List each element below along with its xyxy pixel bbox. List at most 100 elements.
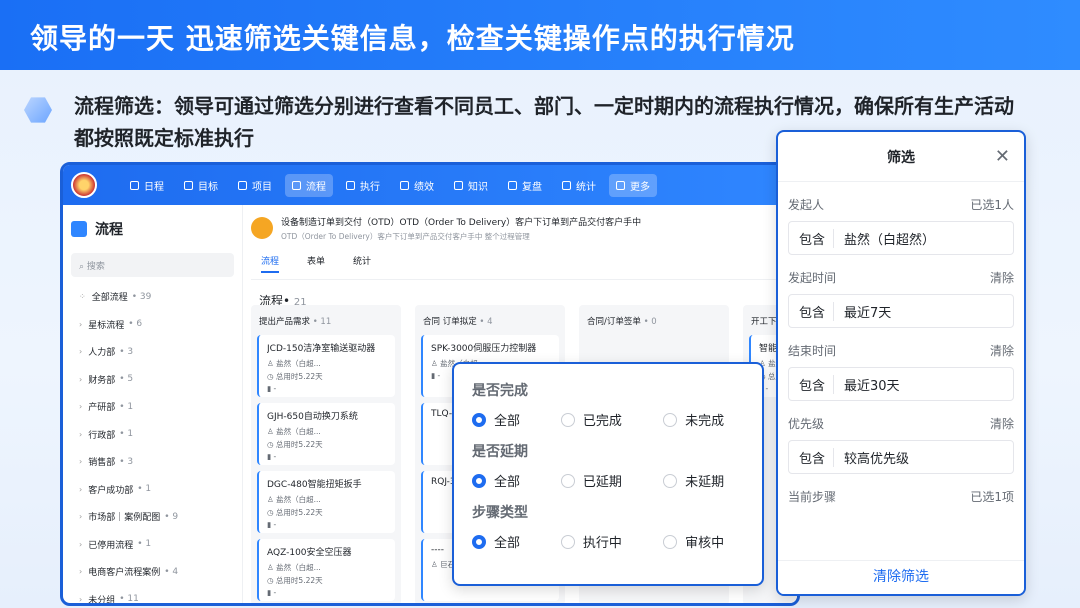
radio-option[interactable]: 审核中 (663, 532, 752, 551)
column-header: 合同 订单拟定 • 4 (423, 317, 493, 327)
nav-schedule[interactable]: 日程 (123, 174, 171, 197)
filter-value: 较高优先级 (844, 451, 910, 467)
sidebar-item[interactable]: › 行政部 • 1 (71, 421, 234, 449)
sidebar-item[interactable]: › 已停用流程 • 1 (71, 531, 234, 559)
process-subtitle: OTD（Order To Delivery）客户下订单到产品交付客户手中 整个过… (281, 232, 530, 241)
radio-option[interactable]: 已完成 (560, 410, 663, 429)
nav-execute[interactable]: 执行 (339, 174, 387, 197)
sidebar-item-count: • 9 (164, 511, 179, 522)
chevron-right-icon: › (79, 429, 83, 439)
filter-action[interactable]: 清除 (990, 415, 1014, 432)
nav-review[interactable]: 复盘 (501, 174, 549, 197)
sidebar-item-label: 客户成功部 (88, 485, 134, 496)
chevron-right-icon: › (79, 484, 83, 494)
chart-icon (400, 180, 409, 190)
card-duration: ◷ 总用时5.22天 (267, 576, 323, 585)
sidebar: 流程 ⌕ 搜索 ⁘ 全部流程 • 39 › 星标流程 • 6 › 人力部 • 3 › 财务部 … (63, 205, 243, 603)
sidebar-item[interactable]: › 销售部 • 3 (71, 448, 234, 476)
sidebar-item-count: • 5 (119, 374, 134, 385)
column-count: • 0 (643, 317, 657, 327)
sidebar-item-count: • 11 (119, 594, 139, 605)
nav-goal[interactable]: 目标 (177, 174, 225, 197)
nav-project[interactable]: 项目 (231, 174, 279, 197)
filter-action[interactable]: 已选1人 (970, 196, 1014, 213)
tab-process[interactable]: 流程 (261, 254, 280, 273)
radio-icon (472, 412, 486, 427)
radio-option[interactable]: 已延期 (560, 471, 663, 490)
filter-value: 最近7天 (844, 305, 892, 321)
radio-label: 审核中 (685, 536, 725, 551)
filter-action[interactable]: 清除 (990, 269, 1014, 286)
radio-group: 全部 已完成 未完成 (472, 410, 752, 429)
sidebar-item[interactable]: › 未分组 • 11 (71, 586, 234, 605)
process-card[interactable]: JCD-150洁净室输送驱动器 ♙ 盐然（白超... ◷ 总用时5.22天 ▮ - (257, 335, 395, 397)
nav-knowledge[interactable]: 知识 (447, 174, 495, 197)
card-progress: ▮ - (267, 452, 277, 461)
top-nav-bar: 日程 目标 项目 流程 执行 绩效 知识 复盘 统计 更多 (63, 165, 797, 205)
sidebar-item[interactable]: › 产研部 • 1 (71, 393, 234, 421)
include-label: 包含 (799, 228, 835, 248)
card-title: GJH-650自动换刀系统 (267, 412, 358, 422)
filter-group-title: 是否完成 (472, 383, 528, 399)
sidebar-item-label: 产研部 (88, 403, 116, 414)
radio-option[interactable]: 执行中 (560, 532, 663, 551)
nav-stats[interactable]: 统计 (555, 174, 603, 197)
filter-fields: 发起人 已选1人 包含 盐然（白超然） 发起时间 清除 包含 最近7天 结束时间 清除 包含 最近30… (778, 196, 1024, 505)
sidebar-item-label: 全部流程 (91, 293, 128, 304)
radio-icon (663, 412, 678, 427)
process-card[interactable]: DGC-480智能扭矩扳手 ♙ 盐然（白超... ◷ 总用时5.22天 ▮ - (257, 471, 395, 533)
tab-stats[interactable]: 统计 (353, 254, 371, 273)
nav-process[interactable]: 流程 (285, 173, 333, 197)
filter-value-box[interactable]: 包含 最近7天 (788, 294, 1014, 328)
sidebar-item[interactable]: › 客户成功部 • 1 (71, 476, 234, 504)
card-duration: ◷ 总用时5.22天 (267, 372, 323, 381)
review-icon (508, 180, 517, 190)
radio-icon (560, 473, 575, 488)
clear-filter-button[interactable]: 清除筛选 (778, 560, 1024, 594)
sidebar-item-count: • 4 (164, 566, 179, 577)
radio-option[interactable]: 未完成 (663, 410, 752, 429)
radio-label: 全部 (494, 475, 521, 490)
sidebar-item[interactable]: › 电商客户流程案例 • 4 (71, 558, 234, 586)
filter-value-box[interactable]: 包含 较高优先级 (788, 440, 1014, 474)
sidebar-item[interactable]: › 财务部 • 5 (71, 366, 234, 394)
avatar[interactable] (71, 172, 97, 198)
process-avatar-icon (251, 217, 273, 239)
sidebar-item[interactable]: › 人力部 • 3 (71, 338, 234, 366)
sidebar-item-label: 人力部 (88, 348, 116, 359)
process-card[interactable]: GJH-650自动换刀系统 ♙ 盐然（白超... ◷ 总用时5.22天 ▮ - (257, 403, 395, 465)
chevron-right-icon: › (79, 594, 83, 604)
filter-value-box[interactable]: 包含 最近30天 (788, 367, 1014, 401)
filter-value-box[interactable]: 包含 盐然（白超然） (788, 221, 1014, 255)
filter-action[interactable]: 清除 (990, 342, 1014, 359)
chevron-right-icon: › (79, 347, 83, 357)
filter-label: 结束时间 (788, 344, 837, 358)
nav-more[interactable]: 更多 (609, 173, 657, 197)
filter-action[interactable]: 已选1项 (970, 488, 1014, 505)
tab-bar: 流程 表单 统计 (251, 254, 797, 280)
process-card[interactable]: AQZ-100安全空压器 ♙ 盐然（白超... ◷ 总用时5.22天 ▮ - (257, 539, 395, 601)
search-input[interactable]: ⌕ 搜索 (71, 253, 234, 277)
sidebar-item-count: • 6 (128, 319, 143, 330)
card-title: SPK-3000伺服压力控制器 (431, 344, 537, 354)
pie-icon (562, 180, 571, 190)
radio-icon (560, 412, 575, 427)
close-icon[interactable]: ✕ (995, 146, 1010, 167)
radio-label: 已延期 (582, 475, 622, 490)
tab-form[interactable]: 表单 (307, 254, 325, 273)
card-progress: ▮ - (267, 520, 277, 529)
radio-option[interactable]: 未延期 (663, 471, 752, 490)
radio-option[interactable]: 全部 (472, 471, 561, 490)
sidebar-item[interactable]: › 星标流程 • 6 (71, 311, 234, 339)
radio-icon (663, 473, 678, 488)
nav-performance[interactable]: 绩效 (393, 174, 441, 197)
list-icon (346, 180, 355, 190)
sidebar-item[interactable]: ⁘ 全部流程 • 39 (71, 283, 234, 311)
radio-option[interactable]: 全部 (472, 532, 561, 551)
sidebar-item[interactable]: › 市场部｜案例配图 • 9 (71, 503, 234, 531)
include-label: 包含 (799, 374, 835, 394)
filter-row: 优先级 清除 (788, 415, 1014, 432)
filter-value: 最近30天 (844, 378, 900, 394)
radio-option[interactable]: 全部 (472, 410, 561, 429)
column-header: 提出产品需求 • 11 (259, 317, 332, 327)
